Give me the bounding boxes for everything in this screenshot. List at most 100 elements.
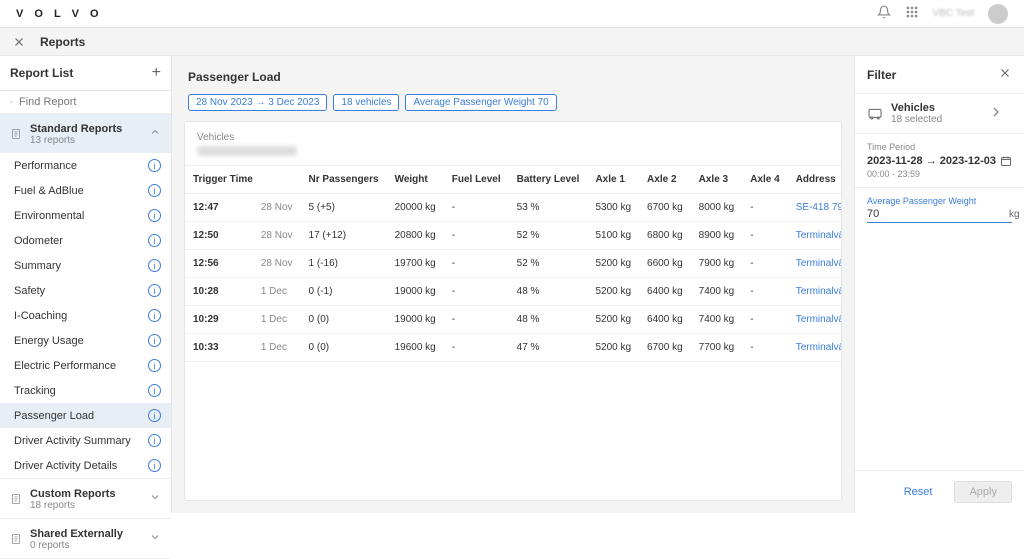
filter-chip[interactable]: Average Passenger Weight 70 (405, 94, 556, 111)
item-label: Passenger Load (14, 410, 94, 422)
filter-chip[interactable]: 28 Nov 2023 → 3 Dec 2023 (188, 94, 327, 111)
info-icon[interactable]: i (148, 434, 161, 447)
info-icon[interactable]: i (148, 384, 161, 397)
cell-address[interactable]: Terminalvägen, SE-418 79 G (788, 334, 842, 362)
cell-pax: 0 (0) (301, 334, 387, 362)
sidebar-item-electric-performance[interactable]: Electric Performancei (0, 353, 171, 378)
col-header[interactable]: Battery Level (509, 166, 588, 194)
col-header[interactable]: Axle 2 (639, 166, 691, 194)
close-icon[interactable] (12, 35, 26, 49)
cell-time: 12:50 (185, 222, 261, 250)
reset-button[interactable]: Reset (890, 481, 947, 503)
col-header[interactable]: Address (788, 166, 842, 194)
sidebar-item-passenger-load[interactable]: Passenger Load i (0, 403, 171, 428)
cell-address[interactable]: Terminalvägen 10, SE-418 79 (788, 278, 842, 306)
info-icon[interactable]: i (148, 359, 161, 372)
filter-vehicles-row[interactable]: Vehicles 18 selected (867, 102, 1012, 125)
sidebar-item-tracking[interactable]: Tracking i (0, 378, 171, 403)
cell-date: 1 Dec (261, 278, 301, 306)
brand-logo: V O L V O (16, 8, 103, 20)
sidebar-item-i-coaching[interactable]: I-Coaching i (0, 303, 171, 328)
time-period-section[interactable]: Time Period 2023-11-28 → 2023-12-03 00:0… (855, 133, 1024, 187)
col-header[interactable]: Axle 4 (742, 166, 787, 194)
cell-date: 1 Dec (261, 334, 301, 362)
col-header[interactable] (261, 166, 301, 194)
cell-a1: 5200 kg (587, 306, 639, 334)
item-label: Tracking (14, 385, 56, 397)
item-label: Performance (14, 160, 77, 172)
group-head-1[interactable]: Custom Reports18 reports (0, 479, 171, 518)
table-row[interactable]: 10:291 Dec0 (0)19000 kg-48 %5200 kg6400 … (185, 306, 842, 334)
apw-label: Average Passenger Weight (867, 196, 1012, 206)
sidebar-item-fuel-adblue[interactable]: Fuel & AdBlue i (0, 178, 171, 203)
cell-battery: 52 % (509, 222, 588, 250)
item-label: Environmental (14, 210, 84, 222)
info-icon[interactable]: i (148, 234, 161, 247)
cell-a4: - (742, 306, 787, 334)
table-row[interactable]: 12:4728 Nov5 (+5)20000 kg-53 %5300 kg670… (185, 194, 842, 222)
filter-panel: Filter Vehicles 18 selected Time Period … (854, 56, 1024, 513)
info-icon[interactable]: i (148, 334, 161, 347)
group-title: Custom Reports (30, 488, 116, 500)
sidebar-item-energy-usage[interactable]: Energy Usagei (0, 328, 171, 353)
sidebar-item-summary[interactable]: Summary i (0, 253, 171, 278)
cell-date: 1 Dec (261, 306, 301, 334)
apply-button[interactable]: Apply (954, 481, 1012, 503)
cell-address[interactable]: SE-418 79 Gothenburg, Swe (788, 194, 842, 222)
sidebar-item-safety[interactable]: Safetyi (0, 278, 171, 303)
col-header[interactable]: Axle 1 (587, 166, 639, 194)
cell-a2: 6600 kg (639, 250, 691, 278)
apw-unit: kg (1009, 209, 1020, 220)
sidebar-title: Report List (10, 66, 73, 80)
col-header[interactable]: Trigger Time (185, 166, 261, 194)
cell-address[interactable]: Terminalvägen 10, SE-418 79 (788, 250, 842, 278)
add-report-button[interactable]: + (152, 64, 161, 82)
col-header[interactable]: Weight (387, 166, 444, 194)
col-header[interactable]: Fuel Level (444, 166, 509, 194)
table-row[interactable]: 12:5628 Nov1 (-16)19700 kg-52 %5200 kg66… (185, 250, 842, 278)
col-header[interactable]: Axle 3 (691, 166, 743, 194)
cell-address[interactable]: Terminalvägen 10, SE-418 79 (788, 222, 842, 250)
info-icon[interactable]: i (148, 159, 161, 172)
info-icon[interactable]: i (148, 259, 161, 272)
group-head-0[interactable]: Standard Reports13 reports (0, 114, 171, 153)
table-row[interactable]: 10:281 Dec0 (-1)19000 kg-48 %5200 kg6400… (185, 278, 842, 306)
info-icon[interactable]: i (148, 284, 161, 297)
cell-date: 28 Nov (261, 222, 301, 250)
cell-address[interactable]: Terminalvägen 10, SE-418 79 (788, 306, 842, 334)
apps-icon[interactable] (905, 5, 919, 22)
col-header[interactable]: Nr Passengers (301, 166, 387, 194)
cell-fuel: - (444, 278, 509, 306)
item-label: I-Coaching (14, 310, 67, 322)
cell-pax: 0 (-1) (301, 278, 387, 306)
sidebar-item-odometer[interactable]: Odometeri (0, 228, 171, 253)
cell-a3: 7700 kg (691, 334, 743, 362)
sidebar-item-environmental[interactable]: Environmental i (0, 203, 171, 228)
cell-weight: 20800 kg (387, 222, 444, 250)
filter-chip[interactable]: 18 vehicles (333, 94, 399, 111)
user-avatar[interactable] (988, 4, 1008, 24)
sidebar-item-performance[interactable]: Performance i (0, 153, 171, 178)
group-title: Shared Externally (30, 528, 123, 540)
cell-time: 12:56 (185, 250, 261, 278)
info-icon[interactable]: i (148, 209, 161, 222)
table-row[interactable]: 12:5028 Nov17 (+12)20800 kg-52 %5100 kg6… (185, 222, 842, 250)
data-table-wrap: Vehicles Trigger TimeNr PassengersWeight… (184, 121, 842, 501)
item-label: Summary (14, 260, 61, 272)
info-icon[interactable]: i (148, 309, 161, 322)
sidebar-item-driver-activity-summary[interactable]: Driver Activity Summaryi (0, 428, 171, 453)
item-label: Fuel & AdBlue (14, 185, 84, 197)
table-row[interactable]: 10:331 Dec0 (0)19600 kg-47 %5200 kg6700 … (185, 334, 842, 362)
sidebar-item-driver-activity-details[interactable]: Driver Activity Detailsi (0, 453, 171, 478)
cell-fuel: - (444, 250, 509, 278)
close-filter-icon[interactable] (998, 66, 1012, 83)
info-icon[interactable]: i (148, 409, 161, 422)
info-icon[interactable]: i (148, 459, 161, 472)
info-icon[interactable]: i (148, 184, 161, 197)
search-input[interactable] (19, 96, 161, 108)
chevron-up-icon (149, 126, 161, 141)
apw-input[interactable] (867, 208, 1009, 220)
notifications-icon[interactable] (877, 5, 891, 22)
group-sub: 13 reports (30, 135, 122, 146)
group-head-2[interactable]: Shared Externally0 reports (0, 519, 171, 558)
